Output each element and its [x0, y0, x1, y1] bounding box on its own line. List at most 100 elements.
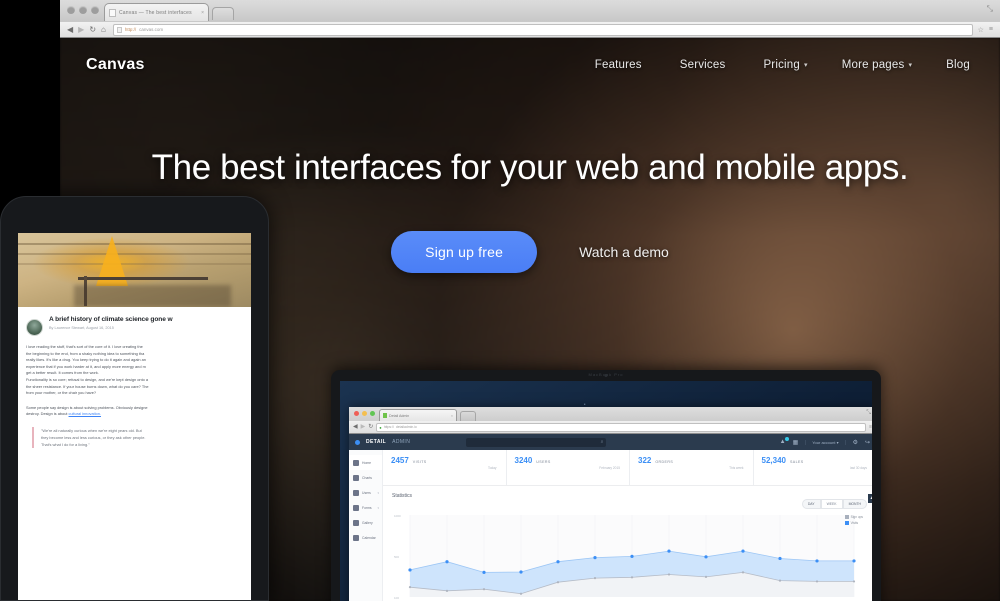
sign-up-free-button[interactable]: Sign up free	[391, 231, 538, 273]
window-controls[interactable]	[67, 6, 99, 14]
watch-a-demo-link[interactable]: Watch a demo	[579, 244, 669, 260]
article-inline-link[interactable]: cultural innovation.	[69, 411, 101, 416]
browser-menu-icon[interactable]: ≡	[989, 26, 993, 33]
article-blockquote: "We're all naturally curious when we're …	[32, 426, 243, 448]
browser-toolbar: ◀ ▶ ↻ ⌂ http:// canvas.com ☆ ≡	[60, 21, 1000, 37]
article-heading-block: A brief history of climate science gone …	[49, 316, 173, 330]
close-window-button[interactable]	[354, 411, 359, 416]
reload-icon[interactable]: ↻	[368, 424, 373, 430]
avatar	[26, 319, 43, 336]
site-nav-links: Features Services Pricing ▾ More pages ▾	[595, 59, 974, 71]
grid-icon[interactable]: ▦	[793, 439, 799, 446]
close-window-button[interactable]	[67, 6, 75, 14]
nav-item-more-pages[interactable]: More pages ▾	[842, 59, 912, 71]
admin-search-input[interactable]: ⌕	[466, 437, 607, 447]
sidebar-item-home[interactable]: Home	[349, 455, 382, 470]
maximize-icon[interactable]: ⤡	[987, 4, 993, 14]
close-tab-icon[interactable]: ×	[451, 414, 453, 418]
notification-bell-icon[interactable]: ▲	[780, 437, 789, 445]
admin-header: DETAIL ADMIN ⌕ ▲ ▦ Your account ▾ ⚙ ↪	[349, 434, 872, 450]
bookmark-star-icon[interactable]: ☆	[978, 26, 984, 34]
stat-value: 3240	[514, 456, 533, 465]
quote-line: they become less and less curious, or th…	[41, 434, 146, 440]
nav-item-features[interactable]: Features	[595, 59, 646, 71]
admin-sidebar: Home Charts Users ▾ Forms ▾ Gallery Cale…	[349, 450, 383, 601]
maximize-window-button[interactable]	[91, 6, 99, 14]
laptop-camera-icon	[604, 374, 608, 377]
laptop-new-tab-button[interactable]	[460, 411, 476, 421]
close-tab-icon[interactable]: ×	[201, 10, 204, 16]
new-tab-button[interactable]	[212, 7, 234, 20]
sidebar-item-label: Calendar	[362, 535, 376, 540]
chart-icon	[353, 474, 359, 481]
laptop-browser-tab[interactable]: Detail Admin ×	[379, 409, 457, 421]
stat-row: 2457 VISITS	[391, 456, 506, 465]
hero-headline: The best interfaces for your web and mob…	[151, 148, 909, 187]
stat-value: 52,340	[761, 456, 786, 465]
sidebar-item-calendar[interactable]: Calendar	[349, 530, 382, 545]
stat-value: 322	[638, 456, 652, 465]
article-paragraph: get a better result. It comes from the w…	[26, 370, 99, 376]
toggle-week[interactable]: WEEK	[820, 499, 843, 509]
article-paragraph: Functionality is so core; refusal to des…	[26, 376, 149, 382]
article-byline: By Laurence Stewart, August 16, 2015	[49, 326, 114, 330]
minimize-window-button[interactable]	[362, 411, 367, 416]
back-icon[interactable]: ◀	[67, 25, 73, 34]
toggle-month[interactable]: MONTH	[842, 499, 867, 509]
sidebar-item-charts[interactable]: Charts	[349, 470, 382, 485]
admin-body: Home Charts Users ▾ Forms ▾ Gallery Cale…	[349, 450, 872, 601]
gear-icon[interactable]: ⚙	[853, 439, 858, 446]
sidebar-item-label: Users	[362, 490, 371, 495]
sidebar-item-users[interactable]: Users ▾	[349, 485, 382, 500]
forms-icon	[353, 504, 359, 511]
article-paragraph: the sheer resistance. If your house burn…	[26, 383, 149, 389]
laptop-menu-icon[interactable]: ≡	[869, 424, 872, 430]
tablet-body: A brief history of climate science gone …	[0, 196, 269, 601]
gallery-icon	[353, 519, 359, 526]
stat-row: 3240 USERS	[515, 456, 630, 465]
forward-icon[interactable]: ▶	[361, 424, 366, 430]
admin-logo-icon	[355, 439, 360, 445]
stat-sub: This week	[729, 466, 744, 470]
url-prefix: http://	[124, 27, 137, 32]
back-icon[interactable]: ◀	[353, 424, 358, 430]
stat-label: ORDERS	[655, 460, 674, 464]
account-dropdown[interactable]: Your account ▾	[805, 439, 846, 445]
laptop-window-controls[interactable]	[354, 411, 375, 416]
forward-icon[interactable]: ▶	[78, 25, 84, 34]
laptop-browser-toolbar: ◀ ▶ ↻ ● https:// detailadmin.io ≡	[349, 421, 872, 433]
toggle-day[interactable]: DAY	[801, 499, 821, 509]
reload-icon[interactable]: ↻	[89, 25, 96, 34]
chart-range-toggles: DAY WEEK MONTH	[801, 499, 867, 509]
article-paragraph: Some people say design is about solving …	[26, 404, 148, 410]
logout-icon[interactable]: ↪	[865, 439, 870, 446]
sidebar-item-gallery[interactable]: Gallery	[349, 515, 382, 530]
quote-line: "We're all naturally curious when we're …	[41, 427, 142, 433]
laptop-maximize-icon[interactable]: ⤡	[866, 410, 871, 417]
home-icon[interactable]: ⌂	[101, 25, 106, 34]
legend-label: Visits	[850, 521, 859, 525]
nav-item-pricing[interactable]: Pricing ▾	[763, 59, 807, 71]
site-logo[interactable]: Canvas	[86, 56, 145, 74]
nav-item-blog[interactable]: Blog	[946, 59, 974, 71]
laptop-url-prefix: https://	[383, 425, 394, 429]
sidebar-item-label: Home	[362, 460, 372, 465]
minimize-window-button[interactable]	[79, 6, 87, 14]
maximize-window-button[interactable]	[370, 411, 375, 416]
favicon-icon	[383, 413, 387, 418]
statistics-chart: 1000 500 100 Sign ups Visits	[392, 509, 867, 601]
nav-item-services[interactable]: Services	[680, 59, 730, 71]
nav-label: Blog	[946, 58, 970, 71]
sidebar-item-forms[interactable]: Forms ▾	[349, 500, 382, 515]
nav-label: Services	[679, 58, 726, 71]
laptop-tab-title: Detail Admin	[389, 413, 410, 418]
laptop-url-host: detailadmin.io	[395, 425, 417, 429]
address-bar-text: http://	[125, 27, 136, 32]
browser-tab[interactable]: Canvas — The best interfaces ×	[104, 3, 209, 21]
stat-label: SALES	[789, 460, 804, 464]
page-info-icon	[116, 26, 122, 33]
svg-text:500: 500	[394, 555, 399, 559]
laptop-address-bar[interactable]: ● https:// detailadmin.io	[376, 422, 867, 432]
address-bar[interactable]: http:// canvas.com	[112, 23, 973, 36]
paragraph-text: destroy. Design is about	[26, 411, 69, 417]
